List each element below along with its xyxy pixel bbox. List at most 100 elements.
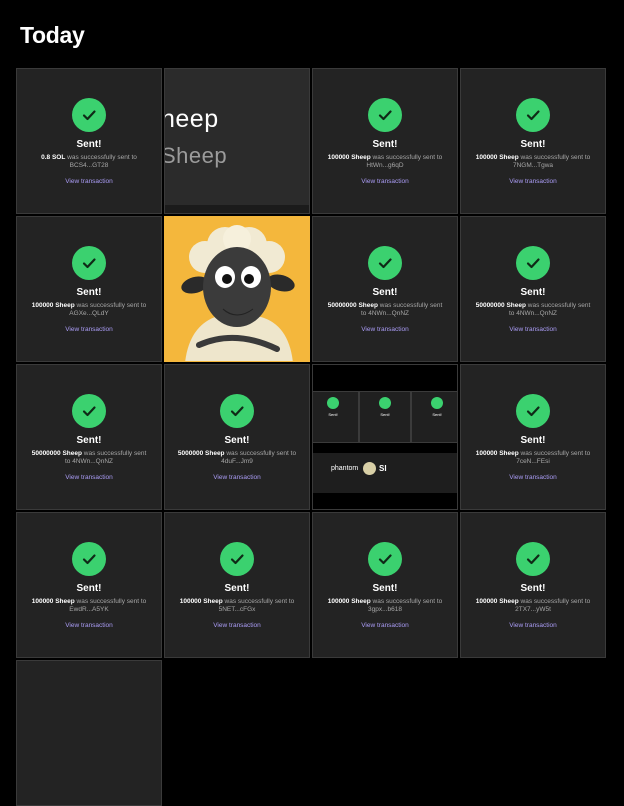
sent-description: 100000 Sheep was successfully sent to 7c… — [461, 450, 605, 466]
sent-amount: 100000 Sheep — [327, 597, 371, 605]
sent-description: 100000 Sheep was successfully sent to Ht… — [313, 154, 457, 170]
crop-text-line1: heep — [164, 105, 219, 133]
recipient-address: 7NGM...Tgwa — [512, 161, 554, 169]
mini-sent-label: Sent! — [432, 412, 442, 417]
sent-phrase: was successfully sent to — [520, 449, 591, 457]
view-transaction-link[interactable]: View transaction — [361, 178, 409, 185]
sent-phrase: was successfully sent to — [372, 153, 443, 161]
mini-checkmark-icon — [327, 397, 339, 409]
image-tile-sheep[interactable] — [164, 216, 310, 362]
transaction-card[interactable]: Sent! 100000 Sheep was successfully sent … — [460, 68, 606, 214]
checkmark-icon — [72, 393, 106, 428]
checkmark-icon — [72, 541, 106, 576]
sent-amount: 100000 Sheep — [475, 597, 519, 605]
recipient-address: 7ceN...FEsi — [516, 457, 550, 465]
sent-title: Sent! — [372, 582, 398, 594]
transaction-card[interactable]: Sent! 100000 Sheep was successfully sent … — [16, 216, 162, 362]
sent-title: Sent! — [76, 582, 102, 594]
checkmark-icon — [516, 541, 550, 576]
sent-description: 100000 Sheep was successfully sent to AG… — [17, 302, 161, 318]
sent-phrase: was successfully sent to — [372, 597, 443, 605]
view-transaction-link[interactable]: View transaction — [213, 474, 261, 481]
sent-phrase: was successfully sent to — [520, 597, 591, 605]
recipient-address: HtWn...g6qD — [366, 161, 404, 169]
transaction-card[interactable]: Sent! 100000 Sheep was successfully sent … — [16, 512, 162, 658]
transaction-card[interactable]: Sent! 5000000 Sheep was successfully sent… — [164, 364, 310, 510]
crop-band — [165, 205, 309, 213]
checkmark-icon — [220, 393, 254, 428]
sent-amount: 100000 Sheep — [31, 597, 75, 605]
recipient-address: 4duF...Jm9 — [221, 457, 253, 465]
mini-brand-suffix: SI — [379, 464, 387, 473]
checkmark-icon — [72, 245, 106, 280]
checkmark-icon — [516, 393, 550, 428]
recipient-address: 4NWn...QnNZ — [516, 309, 558, 317]
sent-phrase: was successfully sent to — [76, 301, 147, 309]
recipient-address: AGXe...QLdY — [69, 309, 109, 317]
sent-phrase: was successfully sent to — [224, 597, 295, 605]
sent-title: Sent! — [224, 582, 250, 594]
sent-description: 100000 Sheep was successfully sent to 7N… — [461, 154, 605, 170]
transaction-card[interactable]: Sent! 100000 Sheep was successfully sent … — [164, 512, 310, 658]
mini-card: Sent! — [411, 391, 457, 443]
transaction-card[interactable] — [16, 660, 162, 806]
page-title: Today — [20, 22, 85, 48]
image-tile-cropped-text[interactable]: heep Sheep — [164, 68, 310, 214]
sent-title: Sent! — [224, 434, 250, 446]
mini-checkmark-icon — [431, 397, 443, 409]
view-transaction-link[interactable]: View transaction — [509, 178, 557, 185]
recipient-address: 4NWn...QnNZ — [368, 309, 410, 317]
mini-sent-label: Sent! — [380, 412, 390, 417]
sent-amount: 50000000 Sheep — [31, 449, 82, 457]
transaction-card[interactable]: Sent! 50000000 Sheep was successfully sen… — [312, 216, 458, 362]
transaction-card[interactable]: Sent! 100000 Sheep was successfully sent … — [460, 364, 606, 510]
sent-title: Sent! — [76, 286, 102, 298]
transaction-card[interactable]: Sent! 50000000 Sheep was successfully sen… — [460, 216, 606, 362]
sent-title: Sent! — [372, 138, 398, 150]
checkmark-icon — [220, 541, 254, 576]
sent-title: Sent! — [76, 138, 102, 150]
view-transaction-link[interactable]: View transaction — [213, 622, 261, 629]
image-tile-mini-screenshot[interactable]: Sent! Sent! Sent! phantom SI — [312, 364, 458, 510]
view-transaction-link[interactable]: View transaction — [361, 622, 409, 629]
sent-description: 50000000 Sheep was successfully sent to … — [17, 450, 161, 466]
mini-card: Sent! — [313, 391, 359, 443]
view-transaction-link[interactable]: View transaction — [65, 474, 113, 481]
sent-description: 5000000 Sheep was successfully sent to 4… — [165, 450, 309, 466]
sent-description: 100000 Sheep was successfully sent to Ew… — [17, 598, 161, 614]
sent-phrase: was successfully sent to — [76, 597, 147, 605]
transaction-grid: Sent! 0.8 SOL was successfully sent to BC… — [16, 68, 609, 806]
view-transaction-link[interactable]: View transaction — [65, 326, 113, 333]
sent-title: Sent! — [76, 434, 102, 446]
recipient-address: 4NWn...QnNZ — [72, 457, 114, 465]
transaction-card[interactable]: Sent! 100000 Sheep was successfully sent … — [460, 512, 606, 658]
mini-sent-label: Sent! — [328, 412, 338, 417]
sheep-illustration — [165, 217, 309, 361]
mini-checkmark-icon — [379, 397, 391, 409]
checkmark-icon — [72, 97, 106, 132]
view-transaction-link[interactable]: View transaction — [361, 326, 409, 333]
view-transaction-link[interactable]: View transaction — [65, 178, 113, 185]
checkmark-icon — [368, 245, 402, 280]
sent-description: 100000 Sheep was successfully sent to 2T… — [461, 598, 605, 614]
sent-amount: 50000000 Sheep — [475, 301, 526, 309]
transaction-card[interactable]: Sent! 0.8 SOL was successfully sent to BC… — [16, 68, 162, 214]
checkmark-icon — [368, 541, 402, 576]
sent-description: 0.8 SOL was successfully sent to BCS4...… — [17, 154, 161, 170]
transaction-card[interactable]: Sent! 100000 Sheep was successfully sent … — [312, 68, 458, 214]
transaction-card[interactable]: Sent! 50000000 Sheep was successfully sen… — [16, 364, 162, 510]
sent-amount: 100000 Sheep — [327, 153, 371, 161]
view-transaction-link[interactable]: View transaction — [509, 474, 557, 481]
sent-title: Sent! — [520, 138, 546, 150]
sent-amount: 100000 Sheep — [179, 597, 223, 605]
sent-description: 100000 Sheep was successfully sent to 3g… — [313, 598, 457, 614]
sent-amount: 100000 Sheep — [475, 449, 519, 457]
view-transaction-link[interactable]: View transaction — [509, 326, 557, 333]
transaction-card[interactable]: Sent! 100000 Sheep was successfully sent … — [312, 512, 458, 658]
sent-phrase: was successfully sent to — [520, 153, 591, 161]
mini-card-row: Sent! Sent! Sent! — [313, 391, 457, 443]
sent-amount: 100000 Sheep — [31, 301, 75, 309]
sent-description: 50000000 Sheep was successfully sent to … — [461, 302, 605, 318]
view-transaction-link[interactable]: View transaction — [509, 622, 557, 629]
view-transaction-link[interactable]: View transaction — [65, 622, 113, 629]
